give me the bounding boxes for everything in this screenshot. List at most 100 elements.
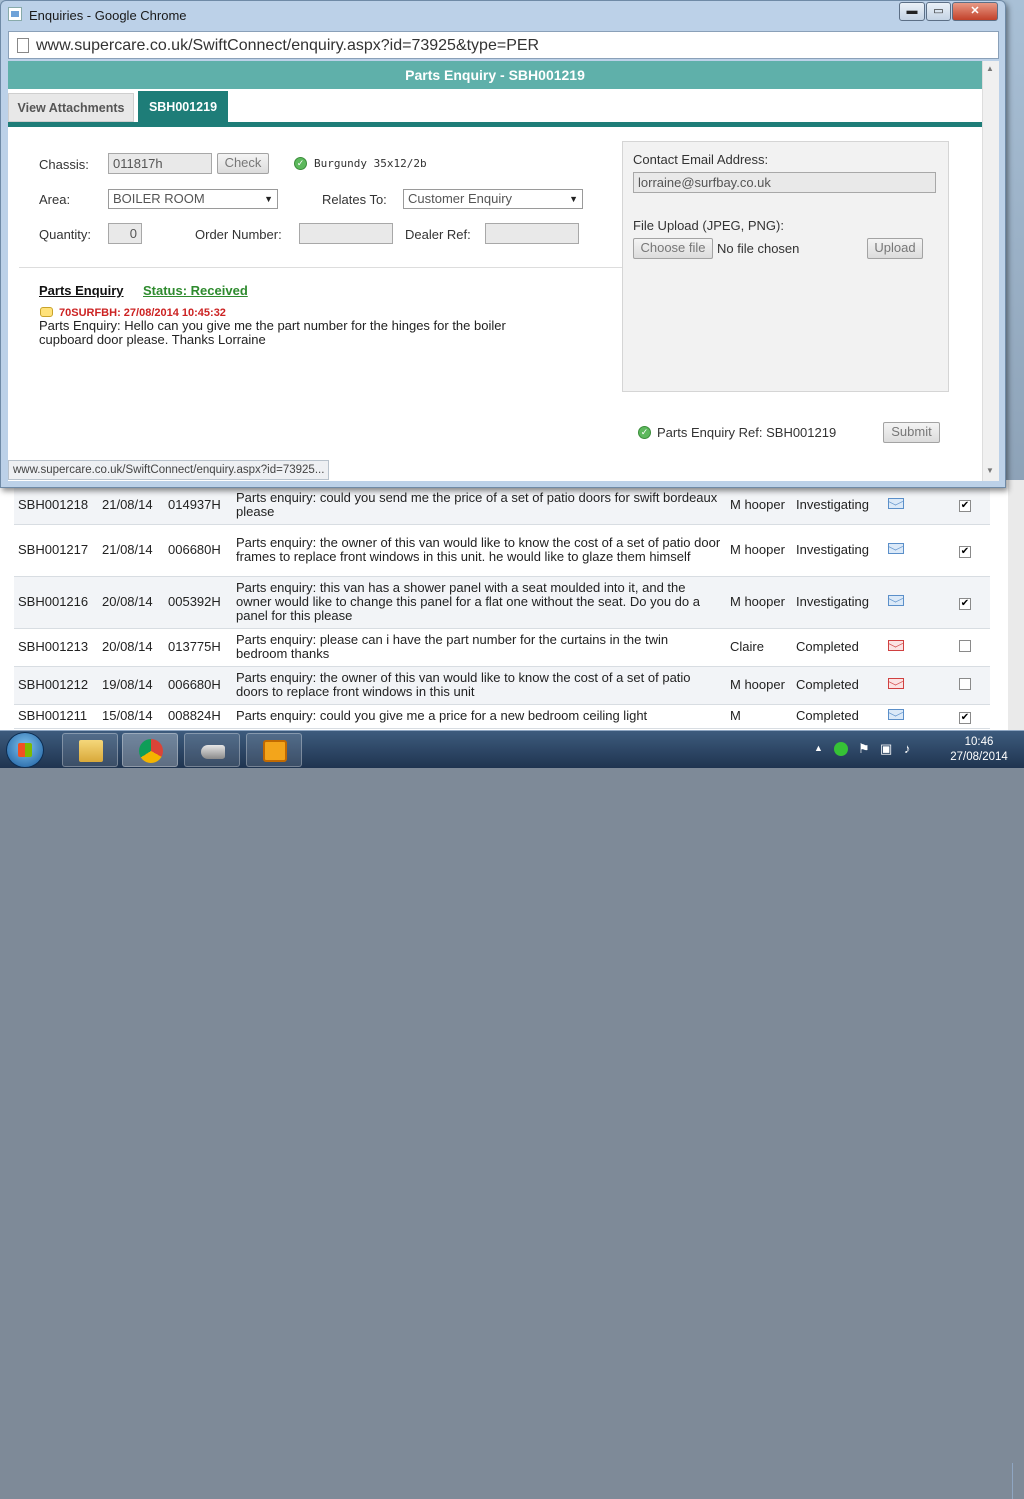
mail-icon[interactable] [888, 709, 904, 720]
enquiry-message: Parts Enquiry: Hello can you give me the… [39, 318, 506, 347]
mail-icon[interactable] [888, 595, 904, 606]
background-scrollbar[interactable] [1008, 480, 1024, 730]
scroll-up-icon[interactable]: ▲ [986, 64, 994, 73]
enquiry-description: Parts enquiry: the owner of this van wou… [232, 524, 726, 577]
enquiry-title[interactable]: Parts Enquiry [39, 283, 124, 298]
taskbar-outlook[interactable] [246, 733, 302, 767]
mail-error-icon[interactable] [888, 678, 904, 689]
enquiry-date: 19/08/14 [98, 666, 164, 705]
mail-cell [884, 524, 940, 577]
page-icon [17, 38, 29, 53]
taskbar-chrome[interactable] [122, 733, 178, 767]
system-tray: ▲ ⚑ ▣ ♪ 10:46 27/08/2014 [812, 733, 1024, 767]
clock[interactable]: 10:46 27/08/2014 [934, 735, 1024, 765]
mail-icon[interactable] [888, 543, 904, 554]
action-center-flag-icon[interactable]: ⚑ [858, 741, 870, 757]
status-green-icon[interactable] [834, 742, 848, 756]
contact-email-label: Contact Email Address: [633, 152, 769, 167]
enquiry-ref: SBH001213 [14, 628, 98, 667]
enquiry-status: Investigating [792, 486, 884, 525]
show-desktop-button[interactable] [1012, 1463, 1024, 1499]
status-bubble-url: www.supercare.co.uk/SwiftConnect/enquiry… [8, 460, 330, 480]
tab-strip: View Attachments SBH001219 [8, 91, 982, 127]
close-button[interactable]: ✕ [952, 2, 998, 21]
start-button[interactable] [6, 732, 44, 768]
tray-expand-icon[interactable]: ▲ [814, 743, 823, 753]
page-scrollbar[interactable]: ▲ ▼ [982, 61, 999, 481]
taskbar-explorer[interactable] [62, 733, 118, 767]
url-text[interactable]: www.supercare.co.uk/SwiftConnect/enquiry… [36, 37, 539, 55]
checkbox-cell: ✔ [940, 486, 990, 525]
submit-button[interactable]: Submit [883, 422, 940, 443]
enquiry-ref: SBH001216 [14, 576, 98, 629]
page-content: Parts Enquiry - SBH001219 View Attachmen… [8, 61, 999, 481]
enquiry-user: Claire [726, 628, 792, 667]
enquiry-description: Parts enquiry: please can i have the par… [232, 628, 726, 667]
area-select[interactable]: BOILER ROOM ▼ [108, 189, 278, 209]
parts-enquiry-ref: Parts Enquiry Ref: SBH001219 [657, 425, 837, 440]
mail-cell [884, 704, 940, 729]
comment-icon [40, 307, 53, 317]
contact-email-input[interactable]: lorraine@surfbay.co.uk [633, 172, 936, 193]
row-checkbox[interactable]: ✔ [959, 597, 971, 610]
dealer-ref-input[interactable] [485, 223, 579, 244]
row-checkbox[interactable] [959, 677, 971, 690]
quantity-input[interactable]: 0 [108, 223, 142, 244]
mail-cell [884, 666, 940, 705]
table-row[interactable]: SBH001211 15/08/14 008824H Parts enquiry: c… [14, 704, 990, 729]
chrome-icon [139, 739, 163, 763]
upload-button[interactable]: Upload [867, 238, 923, 259]
row-checkbox[interactable] [959, 639, 971, 652]
row-checkbox[interactable]: ✔ [959, 500, 971, 513]
file-upload-label: File Upload (JPEG, PNG): [633, 218, 784, 233]
section-divider [19, 267, 625, 268]
address-bar[interactable]: www.supercare.co.uk/SwiftConnect/enquiry… [8, 31, 999, 59]
scroll-down-icon[interactable]: ▼ [986, 466, 994, 475]
table-row[interactable]: SBH001216 20/08/14 005392H Parts enquiry: t… [14, 576, 990, 629]
mail-error-icon[interactable] [888, 640, 904, 651]
enquiry-chassis: 006680H [164, 666, 232, 705]
tab-sbh001219[interactable]: SBH001219 [138, 91, 228, 122]
enquiry-description: Parts enquiry: could you send me the pri… [232, 486, 726, 525]
enquiry-status: Completed [792, 704, 884, 729]
row-checkbox[interactable]: ✔ [959, 711, 971, 724]
relates-to-select[interactable]: Customer Enquiry ▼ [403, 189, 583, 209]
enquiry-date: 20/08/14 [98, 576, 164, 629]
windows-logo-icon [18, 743, 32, 757]
table-row[interactable]: SBH001212 19/08/14 006680H Parts enquiry: t… [14, 666, 990, 705]
volume-icon[interactable]: ♪ [904, 741, 911, 756]
choose-file-button[interactable]: Choose file [633, 238, 713, 259]
page-favicon-icon [8, 7, 22, 21]
checkbox-cell [940, 628, 990, 667]
table-row[interactable]: SBH001217 21/08/14 006680H Parts enquiry: t… [14, 524, 990, 577]
maximize-button[interactable]: ▭ [926, 2, 951, 21]
dealer-ref-label: Dealer Ref: [405, 227, 471, 242]
title-bar[interactable]: Enquiries - Google Chrome ▬ ▭ ✕ [1, 1, 1005, 29]
row-checkbox[interactable]: ✔ [959, 545, 971, 558]
mail-icon[interactable] [888, 497, 904, 509]
checkbox-cell [940, 666, 990, 705]
table-row[interactable]: SBH001213 20/08/14 013775H Parts enquiry: p… [14, 628, 990, 667]
minimize-button[interactable]: ▬ [899, 2, 925, 21]
check-button[interactable]: Check [217, 153, 269, 174]
chevron-down-icon: ▼ [569, 194, 578, 204]
chassis-input[interactable]: 011817h [108, 153, 212, 174]
enquiry-ref: SBH001211 [14, 704, 98, 729]
relates-to-label: Relates To: [322, 192, 387, 207]
table-row[interactable]: SBH001218 21/08/14 014937H Parts enquiry: c… [14, 486, 990, 525]
enquiry-user: M hooper [726, 486, 792, 525]
enquiry-ref: SBH001217 [14, 524, 98, 577]
network-icon[interactable]: ▣ [880, 741, 892, 757]
enquiry-list-table: SBH001218 21/08/14 014937H Parts enquiry: c… [14, 486, 990, 729]
enquiry-chassis: 008824H [164, 704, 232, 729]
taskbar-whistle-app[interactable] [184, 733, 240, 767]
order-number-input[interactable] [299, 223, 393, 244]
enquiry-status: Completed [792, 666, 884, 705]
enquiry-status: Investigating [792, 524, 884, 577]
area-select-value: BOILER ROOM [113, 191, 205, 206]
mail-cell [884, 486, 940, 525]
order-number-label: Order Number: [195, 227, 282, 242]
clock-date: 27/08/2014 [950, 751, 1008, 763]
tab-view-attachments[interactable]: View Attachments [8, 93, 134, 122]
checkbox-cell: ✔ [940, 704, 990, 729]
